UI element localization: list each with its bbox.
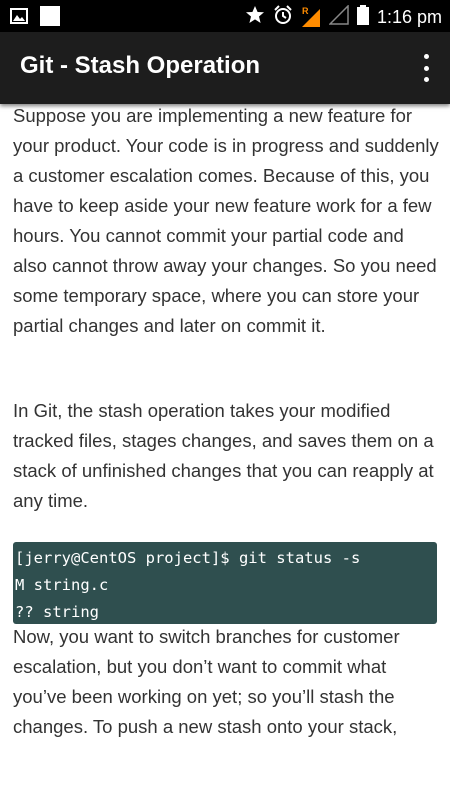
paragraph-stash-definition: In Git, the stash operation takes your m… — [13, 400, 434, 511]
image-icon — [10, 8, 28, 29]
page-title: Git - Stash Operation — [20, 52, 261, 79]
square-icon — [40, 6, 60, 31]
app-bar: Git - Stash Operation — [0, 32, 450, 104]
code-line: M string.c — [15, 576, 109, 594]
more-vert-icon[interactable] — [420, 54, 432, 82]
paragraph-switch-branches: Now, you want to switch branches for cus… — [13, 626, 400, 737]
signal-icon: R — [301, 5, 321, 28]
battery-icon — [356, 5, 369, 30]
star-icon — [245, 5, 265, 30]
signal-empty-icon — [328, 4, 349, 30]
paragraph-intro: Suppose you are implementing a new featu… — [13, 105, 439, 336]
status-time: 1:16 pm — [376, 7, 442, 27]
code-block: [jerry@CentOS project]$ git status -s M … — [13, 542, 437, 624]
status-bar: R 1:16 pm — [0, 0, 450, 32]
alarm-icon — [273, 5, 293, 30]
article-content: Suppose you are implementing a new featu… — [13, 104, 439, 740]
network-badge: R — [301, 5, 309, 16]
code-line: [jerry@CentOS project]$ git status -s — [15, 549, 361, 567]
